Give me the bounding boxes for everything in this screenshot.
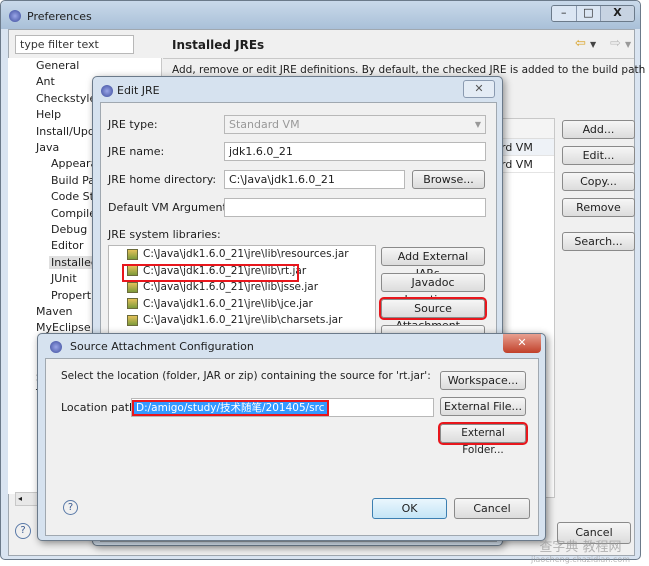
- external-folder-button[interactable]: External Folder...: [438, 422, 528, 456]
- help-icon[interactable]: ?: [15, 523, 31, 539]
- system-libraries-label: JRE system libraries:: [108, 228, 221, 241]
- jre-type-value: Standard VM: [229, 118, 300, 131]
- title-bar: Preferences – □ X: [1, 1, 640, 29]
- minimize-button[interactable]: –: [552, 6, 576, 21]
- vm-arguments-label: Default VM Arguments:: [108, 201, 237, 214]
- tree-item[interactable]: Java: [36, 141, 59, 154]
- eclipse-icon: [9, 10, 21, 22]
- jar-icon: [127, 298, 138, 309]
- tree-item[interactable]: General: [36, 59, 79, 72]
- workspace-button[interactable]: Workspace...: [440, 371, 526, 390]
- window-title: Preferences: [27, 10, 92, 23]
- location-path-value: D:/amigo/study/技术随笔/201405/src: [132, 400, 329, 416]
- maximize-button[interactable]: □: [575, 6, 601, 21]
- close-button[interactable]: ✕: [463, 80, 495, 98]
- remove-button[interactable]: Remove: [562, 198, 635, 217]
- system-libraries-list: C:\Java\jdk1.6.0_21\jre\lib\resources.ja…: [108, 245, 376, 345]
- dialog-title: Source Attachment Configuration: [70, 340, 254, 353]
- add-external-jars-button[interactable]: Add External JARs...: [381, 247, 485, 280]
- close-button[interactable]: X: [600, 6, 634, 21]
- tree-item[interactable]: Checkstyle: [36, 92, 96, 105]
- library-path: C:\Java\jdk1.6.0_21\jre\lib\charsets.jar: [143, 314, 343, 326]
- help-icon[interactable]: ?: [63, 500, 78, 515]
- jre-name-label: JRE name:: [108, 145, 165, 158]
- location-path-input[interactable]: D:/amigo/study/技术随笔/201405/src: [131, 398, 434, 417]
- tree-item[interactable]: Help: [36, 108, 61, 121]
- back-arrow-icon[interactable]: ⇦ ▼: [575, 36, 596, 51]
- source-prompt: Select the location (folder, JAR or zip)…: [61, 370, 431, 382]
- eclipse-icon: [101, 85, 113, 97]
- jre-type-select[interactable]: Standard VM ▼: [224, 115, 486, 134]
- location-path-label: Location path:: [61, 401, 140, 414]
- forward-arrow-icon[interactable]: ⇨ ▼: [610, 36, 631, 51]
- page-description: Add, remove or edit JRE definitions. By …: [172, 64, 649, 76]
- library-item[interactable]: C:\Java\jdk1.6.0_21\jre\lib\jsse.jar: [109, 281, 375, 298]
- add-button[interactable]: Add...: [562, 120, 635, 139]
- library-path: C:\Java\jdk1.6.0_21\jre\lib\rt.jar: [143, 264, 307, 277]
- vm-arguments-input[interactable]: [224, 198, 486, 217]
- library-path: C:\Java\jdk1.6.0_21\jre\lib\resources.ja…: [143, 248, 349, 260]
- jre-name-input[interactable]: jdk1.6.0_21: [224, 142, 486, 161]
- jar-icon: [127, 281, 138, 293]
- javadoc-location-button[interactable]: Javadoc Location...: [381, 273, 485, 306]
- jar-icon: [127, 248, 138, 260]
- library-path: C:\Java\jdk1.6.0_21\jre\lib\jce.jar: [143, 297, 313, 310]
- browse-button[interactable]: Browse...: [412, 170, 485, 189]
- source-attachment-button[interactable]: Source Attachment...: [379, 297, 487, 332]
- jar-icon: [127, 265, 138, 276]
- tree-item[interactable]: Ant: [36, 75, 55, 88]
- tree-item[interactable]: Appeara: [51, 157, 97, 170]
- library-item[interactable]: C:\Java\jdk1.6.0_21\jre\lib\resources.ja…: [109, 248, 375, 265]
- jar-icon: [127, 314, 138, 326]
- tree-item[interactable]: Debug: [51, 223, 87, 236]
- copy-button[interactable]: Copy...: [562, 172, 635, 191]
- close-button[interactable]: ✕: [503, 334, 541, 353]
- chevron-down-icon: ▼: [474, 120, 481, 129]
- edit-button[interactable]: Edit...: [562, 146, 635, 165]
- dialog-title: Edit JRE: [117, 84, 160, 97]
- library-item[interactable]: C:\Java\jdk1.6.0_21\jre\lib\jce.jar: [109, 298, 375, 315]
- search-button[interactable]: Search...: [562, 232, 635, 251]
- tree-item[interactable]: Properti: [51, 289, 94, 302]
- tree-item[interactable]: Editor: [51, 239, 84, 252]
- jre-type-label: JRE type:: [108, 118, 158, 131]
- home-directory-label: JRE home directory:: [108, 173, 217, 186]
- watermark: 查字典 教程网 jiaocheng.chazidian.com: [530, 540, 631, 564]
- page-title: Installed JREs: [172, 38, 265, 52]
- ok-button[interactable]: OK: [372, 498, 447, 519]
- cancel-button[interactable]: Cancel: [454, 498, 530, 519]
- library-item[interactable]: C:\Java\jdk1.6.0_21\jre\lib\charsets.jar: [109, 314, 375, 331]
- tree-item[interactable]: Maven: [36, 305, 72, 318]
- library-path: C:\Java\jdk1.6.0_21\jre\lib\jsse.jar: [143, 281, 319, 293]
- library-item[interactable]: C:\Java\jdk1.6.0_21\jre\lib\rt.jar: [122, 263, 306, 282]
- eclipse-icon: [50, 341, 62, 353]
- home-directory-input[interactable]: C:\Java\jdk1.6.0_21: [224, 170, 405, 189]
- external-file-button[interactable]: External File...: [440, 397, 526, 416]
- tree-item[interactable]: JUnit: [51, 272, 77, 285]
- filter-input[interactable]: type filter text: [15, 35, 134, 54]
